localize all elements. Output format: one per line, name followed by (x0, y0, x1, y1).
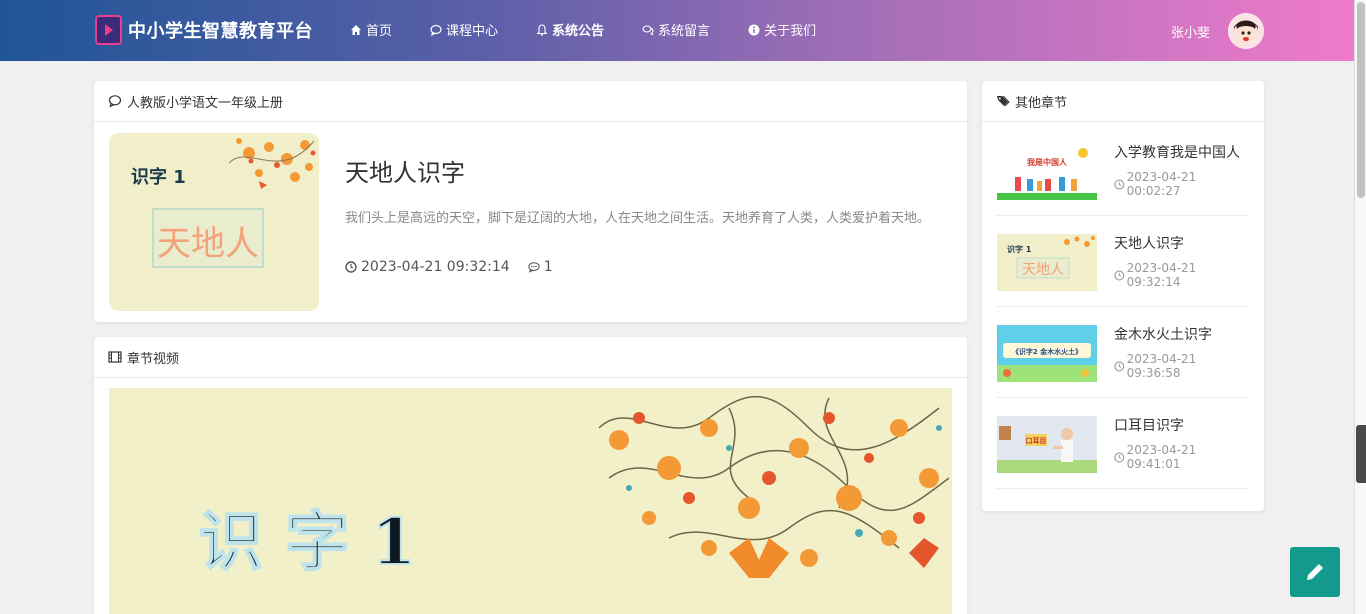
chapter-time: 2023-04-21 09:32:14 (1114, 261, 1249, 289)
chapter-item[interactable]: 我是中国人 入学教育我是中国人 2023-04-21 00:02:27 (996, 125, 1249, 216)
course-meta: 2023-04-21 09:32:14 1 (345, 259, 553, 275)
chapter-time: 2023-04-21 09:36:58 (1114, 352, 1249, 380)
thumb-text-main: 天地人 (157, 224, 259, 264)
course-comments[interactable]: 1 (528, 259, 553, 275)
video-card-header: 章节视频 (94, 337, 967, 378)
comments-icon (642, 24, 654, 36)
course-thumbnail[interactable]: 识字 1 天地人 (109, 133, 319, 311)
other-chapters-card: 其他章节 我是中国人 入学教育我是中国人 2023-04-21 00:02:27 (982, 81, 1264, 511)
clock-icon (1114, 270, 1125, 280)
chapter-title[interactable]: 口耳目识字 (1114, 415, 1184, 435)
side-edge-widget[interactable] (1356, 425, 1366, 483)
chapter-time-value: 2023-04-21 09:36:58 (1126, 352, 1197, 380)
chapter-thumb-text: 天地人 (1022, 262, 1064, 278)
chapter-item[interactable]: 《识字2 金木水火土》 金木水火土识字 2023-04-21 09:36:58 (996, 307, 1249, 398)
chapter-thumbnail[interactable]: 我是中国人 (997, 143, 1097, 200)
comment-dots-icon (528, 262, 540, 273)
svg-text:识字 1: 识字 1 (1007, 244, 1032, 254)
chapter-video-card: 章节视频 识 字 1 (94, 337, 967, 614)
chapter-time-value: 2023-04-21 09:32:14 (1126, 261, 1197, 289)
avatar[interactable] (1228, 13, 1264, 49)
nav-item-label: 系统公告 (552, 24, 605, 39)
nav-item-label: 首页 (366, 24, 393, 39)
clock-icon (1114, 361, 1125, 371)
chapter-thumbnail[interactable]: 口耳目 (997, 416, 1097, 473)
clock-icon (1114, 452, 1125, 462)
clock-icon (345, 261, 357, 273)
nav-item-announcements[interactable]: 系统公告 (536, 20, 604, 39)
course-card-header: 人教版小学语文一年级上册 (94, 81, 967, 122)
home-icon (351, 24, 361, 35)
comment-icon (108, 95, 122, 108)
chapter-time-value: 2023-04-21 09:41:01 (1126, 443, 1197, 471)
course-comments-count: 1 (543, 259, 553, 275)
nav-item-label: 课程中心 (446, 24, 499, 39)
edit-comment-button[interactable] (1290, 547, 1340, 597)
side-header-label: 其他章节 (1015, 95, 1068, 111)
nav-item-label: 系统留言 (658, 24, 711, 39)
thumb-text-top: 识字 1 (131, 166, 186, 188)
page-scrollbar[interactable] (1354, 0, 1366, 614)
scrollbar-thumb[interactable] (1357, 2, 1365, 198)
brand[interactable]: 中小学生智慧教育平台 (95, 15, 313, 45)
nav-item-home[interactable]: 首页 (350, 20, 392, 39)
course-category: 人教版小学语文一年级上册 (127, 95, 284, 111)
chapter-time: 2023-04-21 09:41:01 (1114, 443, 1249, 471)
course-title: 天地人识字 (345, 159, 465, 187)
comment-icon (430, 24, 442, 36)
info-circle-icon (748, 24, 760, 35)
side-card-header: 其他章节 (982, 81, 1264, 122)
brand-logo-icon (95, 15, 122, 45)
chapter-title[interactable]: 金木水火土识字 (1114, 324, 1212, 344)
film-icon (108, 351, 122, 363)
main-nav: 首页 课程中心 系统公告 系统留言 关于我们 (350, 20, 854, 39)
course-info-card: 人教版小学语文一年级上册 识字 1 天地人 天地人识字 我们头上是高远的天空，脚… (94, 81, 967, 322)
top-navbar: 中小学生智慧教育平台 首页 课程中心 系统公告 系统留言 关于我们 张小斐 (0, 0, 1354, 61)
chapter-item[interactable]: 识字 1 天地人 天地人识字 2023-04-21 09:32:14 (996, 216, 1249, 307)
chapter-time: 2023-04-21 00:02:27 (1114, 170, 1249, 198)
chapter-thumb-text: 《识字2 金木水火土》 (1012, 347, 1082, 356)
course-description: 我们头上是高远的天空，脚下是辽阔的大地，人在天地之间生活。天地养育了人类，人类爱… (345, 211, 931, 226)
chapter-thumb-text: 我是中国人 (1027, 157, 1068, 167)
video-frame-text: 识 字 1 (199, 505, 416, 580)
chapter-thumbnail[interactable]: 《识字2 金木水火土》 (997, 325, 1097, 382)
course-date: 2023-04-21 09:32:14 (345, 259, 510, 275)
clock-icon (1114, 179, 1125, 189)
bell-icon (536, 23, 548, 36)
user-name[interactable]: 张小斐 (1171, 22, 1210, 41)
chapter-thumbnail[interactable]: 识字 1 天地人 (997, 234, 1097, 291)
brand-title: 中小学生智慧教育平台 (128, 21, 313, 42)
course-date-value: 2023-04-21 09:32:14 (361, 259, 510, 275)
chapter-title[interactable]: 入学教育我是中国人 (1114, 142, 1240, 162)
tags-icon (997, 95, 1010, 107)
chapter-time-value: 2023-04-21 00:02:27 (1126, 170, 1197, 198)
pencil-icon (1307, 564, 1323, 580)
chapter-item[interactable]: 口耳目 口耳目识字 2023-04-21 09:41:01 (996, 398, 1249, 489)
chapter-title[interactable]: 天地人识字 (1114, 233, 1184, 253)
chapter-thumb-text: 口耳目 (1026, 437, 1047, 445)
nav-item-messages[interactable]: 系统留言 (642, 20, 710, 39)
nav-item-courses[interactable]: 课程中心 (430, 20, 498, 39)
nav-item-label: 关于我们 (764, 24, 817, 39)
video-player[interactable]: 识 字 1 (109, 388, 952, 614)
video-header-label: 章节视频 (127, 351, 180, 367)
nav-item-about[interactable]: 关于我们 (748, 20, 816, 39)
